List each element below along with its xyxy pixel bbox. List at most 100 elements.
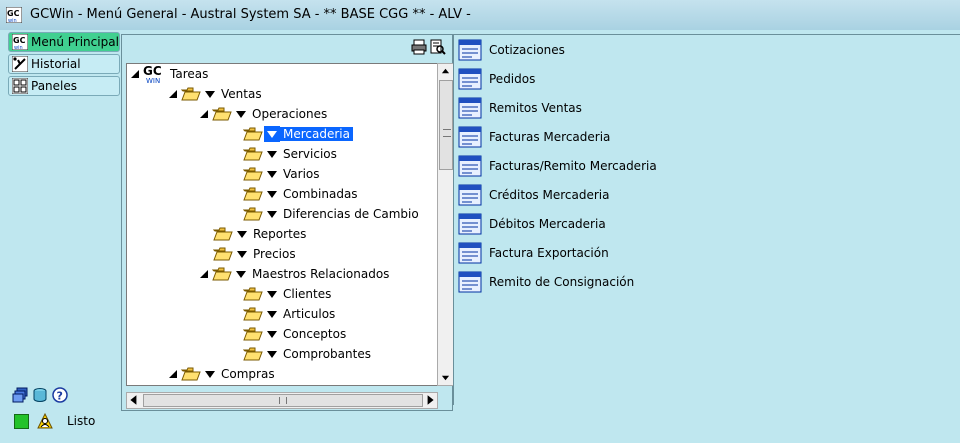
collapse-arrow-icon[interactable] — [267, 150, 277, 158]
list-item-label: Créditos Mercaderia — [489, 188, 610, 202]
svg-text:win: win — [8, 18, 17, 23]
scroll-down-arrow-icon[interactable] — [438, 370, 453, 385]
scroll-up-arrow-icon[interactable] — [438, 64, 453, 79]
list-item-label: Facturas Mercaderia — [489, 130, 611, 144]
windows-cascade-icon[interactable] — [12, 387, 28, 403]
window-title: GCWin - Menú General - Austral System SA… — [30, 7, 471, 22]
task-tree[interactable]: GC WIN Tareas Ventas Operaciones Mercade… — [126, 63, 438, 386]
list-item-factura-exportacion[interactable]: Factura Exportación — [458, 241, 609, 265]
scroll-left-arrow-icon[interactable] — [128, 394, 140, 409]
scroll-thumb[interactable] — [439, 80, 453, 170]
tree-node-comprobantes[interactable]: Comprobantes — [243, 344, 374, 364]
tree-node-clientes[interactable]: Clientes — [243, 284, 334, 304]
operations-list: Cotizaciones Pedidos Remitos Ventas Fact… — [453, 34, 960, 405]
nav-label: Historial — [31, 57, 81, 71]
print-icon[interactable] — [411, 39, 427, 55]
list-item-label: Pedidos — [489, 72, 536, 86]
collapse-arrow-icon[interactable] — [237, 250, 247, 258]
print-preview-icon[interactable] — [430, 39, 446, 55]
open-folder-icon — [243, 307, 263, 321]
tree-node-label: Maestros Relacionados — [252, 267, 390, 281]
collapse-arrow-icon[interactable] — [236, 270, 246, 278]
open-folder-icon — [243, 167, 263, 181]
open-folder-icon — [243, 147, 263, 161]
collapse-arrow-icon[interactable] — [267, 190, 277, 198]
tree-node-label: Varios — [283, 167, 320, 181]
list-item-remitos-ventas[interactable]: Remitos Ventas — [458, 96, 582, 120]
tree-node-label: Ventas — [221, 87, 262, 101]
database-icon[interactable] — [32, 387, 48, 403]
window-form-icon — [458, 97, 482, 119]
tree-node-varios[interactable]: Varios — [243, 164, 323, 184]
tree-node-mercaderia[interactable]: Mercaderia — [243, 124, 353, 144]
scroll-thumb[interactable] — [143, 394, 423, 407]
window-form-icon — [458, 68, 482, 90]
nav-paneles[interactable]: Paneles — [8, 76, 120, 96]
tree-node-servicios[interactable]: Servicios — [243, 144, 340, 164]
collapse-arrow-icon[interactable] — [267, 170, 277, 178]
collapse-arrow-icon[interactable] — [205, 370, 215, 378]
tree-node-tareas[interactable]: GC WIN Tareas — [131, 64, 211, 84]
list-item-remito-de-consignacion[interactable]: Remito de Consignación — [458, 270, 634, 294]
gcwin-app-icon[interactable]: GC win — [6, 7, 22, 23]
panels-grid-icon — [12, 78, 28, 94]
collapse-arrow-icon[interactable] — [267, 130, 277, 138]
status-text: Listo — [67, 414, 96, 428]
svg-text:GC: GC — [143, 64, 162, 78]
left-navigation: GC win Menú Principal Historial Paneles — [8, 32, 120, 98]
open-folder-icon — [243, 207, 263, 221]
tree-node-combinadas[interactable]: Combinadas — [243, 184, 361, 204]
window-form-icon — [458, 155, 482, 177]
nav-menu-principal[interactable]: GC win Menú Principal — [8, 32, 120, 52]
tree-node-diferencias-de-cambio[interactable]: Diferencias de Cambio — [243, 204, 422, 224]
list-item-debitos-mercaderia[interactable]: Débitos Mercaderia — [458, 212, 606, 236]
tree-node-articulos[interactable]: Articulos — [243, 304, 338, 324]
tree-node-label: Precios — [253, 247, 296, 261]
tree-node-label: Combinadas — [283, 187, 358, 201]
collapse-arrow-icon[interactable] — [267, 350, 277, 358]
list-item-label: Facturas/Remito Mercaderia — [489, 159, 657, 173]
collapse-arrow-icon[interactable] — [205, 90, 215, 98]
gcwin-logo-icon: GC win — [12, 34, 28, 50]
collapse-arrow-icon[interactable] — [267, 290, 277, 298]
user-warning-icon[interactable] — [37, 413, 53, 429]
tree-node-label: Tareas — [170, 67, 209, 81]
collapse-arrow-icon[interactable] — [267, 330, 277, 338]
grip-icon — [443, 129, 451, 137]
collapse-arrow-icon[interactable] — [267, 310, 277, 318]
tree-node-conceptos[interactable]: Conceptos — [243, 324, 349, 344]
tree-node-label: Clientes — [283, 287, 332, 301]
list-item-pedidos[interactable]: Pedidos — [458, 67, 535, 91]
open-folder-icon — [212, 267, 232, 281]
list-item-facturas-remito-mercaderia[interactable]: Facturas/Remito Mercaderia — [458, 154, 657, 178]
tree-node-label: Conceptos — [283, 327, 347, 341]
tree-node-label: Diferencias de Cambio — [283, 207, 419, 221]
tree-horizontal-scrollbar[interactable] — [126, 392, 438, 409]
collapse-arrow-icon[interactable] — [237, 230, 247, 238]
help-icon[interactable]: ? — [52, 387, 68, 403]
window-form-icon — [458, 271, 482, 293]
tree-node-compras[interactable]: Compras — [169, 364, 278, 384]
list-item-creditos-mercaderia[interactable]: Créditos Mercaderia — [458, 183, 609, 207]
status-ok-indicator — [14, 413, 29, 429]
tree-node-label: Articulos — [283, 307, 336, 321]
tree-vertical-scrollbar[interactable] — [437, 63, 454, 386]
svg-text:?: ? — [57, 390, 63, 403]
nav-historial[interactable]: Historial — [8, 54, 120, 74]
window-form-icon — [458, 39, 482, 61]
window-form-icon — [458, 213, 482, 235]
collapse-arrow-icon[interactable] — [267, 210, 277, 218]
tree-node-reportes[interactable]: Reportes — [213, 224, 309, 244]
tree-node-ventas[interactable]: Ventas — [169, 84, 265, 104]
collapse-arrow-icon[interactable] — [236, 110, 246, 118]
tree-node-maestros-relacionados[interactable]: Maestros Relacionados — [200, 264, 392, 284]
scroll-right-arrow-icon[interactable] — [424, 394, 436, 409]
list-item-facturas-mercaderia[interactable]: Facturas Mercaderia — [458, 125, 610, 149]
tree-node-precios[interactable]: Precios — [213, 244, 299, 264]
list-item-cotizaciones[interactable]: Cotizaciones — [458, 38, 565, 62]
tree-node-operaciones[interactable]: Operaciones — [200, 104, 330, 124]
nav-label: Paneles — [31, 79, 78, 93]
window-form-icon — [458, 242, 482, 264]
open-folder-icon — [212, 107, 232, 121]
status-bar: Listo — [14, 413, 95, 429]
